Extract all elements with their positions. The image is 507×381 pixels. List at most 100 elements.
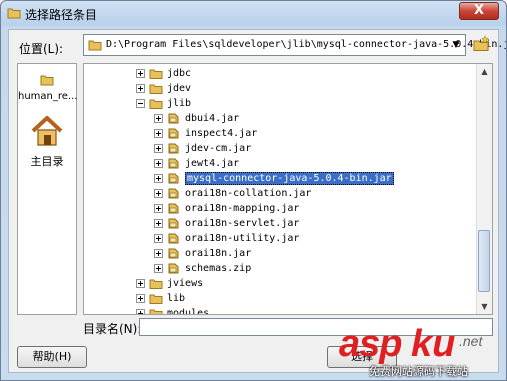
expand-icon[interactable] bbox=[136, 69, 145, 78]
jar-icon bbox=[168, 173, 179, 184]
tree-row[interactable]: lib bbox=[136, 291, 185, 306]
tree-rows: jdbc jdev jlib dbui4.jar inspect4.jar jdev-cm… bbox=[84, 64, 478, 314]
location-label: 位置(L): bbox=[19, 42, 64, 56]
new-folder-icon[interactable] bbox=[472, 35, 490, 53]
dialog-content: 位置(L): D:\Program Files\sqldeveloper\jli… bbox=[8, 29, 506, 373]
expand-icon[interactable] bbox=[154, 234, 163, 243]
home-icon bbox=[31, 116, 63, 146]
tree-row-label: orai18n-utility.jar bbox=[185, 233, 300, 244]
scroll-up-icon[interactable]: ▲ bbox=[477, 64, 492, 79]
title-bar[interactable]: 选择路径条目 X bbox=[1, 1, 506, 25]
tree-row[interactable]: jewt4.jar bbox=[154, 156, 239, 171]
tree-row-label: dbui4.jar bbox=[185, 113, 240, 124]
tree-row-label: jdev-cm.jar bbox=[185, 143, 252, 154]
folder-icon bbox=[149, 69, 163, 79]
tree-row[interactable]: schemas.zip bbox=[154, 261, 251, 276]
tree-row-label: jdbc bbox=[167, 68, 192, 79]
close-icon: X bbox=[473, 3, 485, 18]
tree-row[interactable]: jdbc bbox=[136, 66, 191, 81]
jar-icon bbox=[168, 158, 179, 169]
help-button[interactable]: 帮助(H) bbox=[17, 346, 87, 368]
close-button[interactable]: X bbox=[459, 2, 499, 20]
tree-row[interactable]: orai18n-mapping.jar bbox=[154, 201, 299, 216]
tree-row[interactable]: jdev bbox=[136, 81, 191, 96]
jar-icon bbox=[168, 128, 179, 139]
tree-row-label: lib bbox=[167, 293, 186, 304]
jar-icon bbox=[168, 263, 179, 274]
jar-icon bbox=[168, 203, 179, 214]
expand-icon[interactable] bbox=[154, 174, 163, 183]
folder-icon bbox=[149, 84, 163, 94]
folder-icon bbox=[7, 8, 21, 19]
folder-icon bbox=[149, 279, 163, 289]
expand-icon[interactable] bbox=[154, 264, 163, 273]
watermark-brand-k: ku bbox=[411, 323, 456, 365]
watermark-slogan: 免费网站源码下载站 bbox=[369, 365, 468, 378]
tree-row[interactable]: orai18n-servlet.jar bbox=[154, 216, 299, 231]
expand-icon[interactable] bbox=[154, 159, 163, 168]
tree-row[interactable]: dbui4.jar bbox=[154, 111, 239, 126]
tree-row-label: jewt4.jar bbox=[185, 158, 240, 169]
expand-icon[interactable] bbox=[154, 144, 163, 153]
vertical-scrollbar[interactable]: ▲ ▼ bbox=[476, 64, 492, 314]
jar-icon bbox=[168, 233, 179, 244]
window-title: 选择路径条目 bbox=[25, 8, 98, 22]
expand-icon[interactable] bbox=[154, 219, 163, 228]
places-panel: human_re... 主目录 bbox=[17, 63, 77, 315]
tree-row[interactable]: orai18n-utility.jar bbox=[154, 231, 299, 246]
dialog-window: 选择路径条目 X 位置(L): D:\Program Files\sqldeve… bbox=[0, 0, 507, 381]
jar-icon bbox=[168, 188, 179, 199]
file-tree[interactable]: jdbc jdev jlib dbui4.jar inspect4.jar jdev-cm… bbox=[83, 63, 493, 315]
scrollbar-thumb[interactable] bbox=[478, 230, 490, 292]
place-home[interactable]: 主目录 bbox=[18, 114, 76, 169]
tree-row-label: modules bbox=[167, 308, 210, 314]
expand-icon[interactable] bbox=[154, 114, 163, 123]
tree-row-label: orai18n-mapping.jar bbox=[185, 203, 300, 214]
tree-row-label: jdev bbox=[167, 83, 192, 94]
folder-icon bbox=[149, 99, 163, 109]
expand-icon[interactable] bbox=[136, 84, 145, 93]
tree-row-label: mysql-connector-java-5.0.4-bin.jar bbox=[185, 172, 394, 185]
tree-row-label: orai18n.jar bbox=[185, 248, 252, 259]
expand-icon[interactable] bbox=[154, 189, 163, 198]
directory-label: 目录名(N): bbox=[83, 322, 142, 336]
expand-icon[interactable] bbox=[154, 249, 163, 258]
tree-row[interactable]: modules bbox=[136, 306, 209, 314]
jar-icon bbox=[168, 143, 179, 154]
tree-row-label: schemas.zip bbox=[185, 263, 252, 274]
location-combobox[interactable]: D:\Program Files\sqldeveloper\jlib\mysql… bbox=[83, 34, 506, 56]
tree-row[interactable]: jlib bbox=[136, 96, 191, 111]
collapse-icon[interactable] bbox=[136, 99, 145, 108]
tree-row[interactable]: inspect4.jar bbox=[154, 126, 257, 141]
tree-row-label: inspect4.jar bbox=[185, 128, 258, 139]
watermark-brand: asp bbox=[339, 323, 402, 365]
jar-icon bbox=[168, 248, 179, 259]
tree-row-label: jviews bbox=[167, 278, 204, 289]
scroll-down-icon[interactable]: ▼ bbox=[477, 299, 492, 314]
folder-icon bbox=[40, 75, 54, 86]
tree-row-label: orai18n-servlet.jar bbox=[185, 218, 300, 229]
expand-icon[interactable] bbox=[136, 294, 145, 303]
tree-row[interactable]: jdev-cm.jar bbox=[154, 141, 251, 156]
tree-row[interactable]: orai18n-collation.jar bbox=[154, 186, 311, 201]
folder-icon bbox=[149, 294, 163, 304]
watermark-tld: .net bbox=[459, 333, 483, 349]
jar-icon bbox=[168, 113, 179, 124]
tree-row[interactable]: orai18n.jar bbox=[154, 246, 251, 261]
expand-icon[interactable] bbox=[154, 204, 163, 213]
expand-icon[interactable] bbox=[136, 279, 145, 288]
dropdown-arrow-icon[interactable]: ▼ bbox=[449, 37, 463, 53]
tree-row-label: jlib bbox=[167, 98, 192, 109]
tree-row-label: orai18n-collation.jar bbox=[185, 188, 312, 199]
tree-row[interactable]: jviews bbox=[136, 276, 203, 291]
expand-icon[interactable] bbox=[154, 129, 163, 138]
tree-row[interactable]: mysql-connector-java-5.0.4-bin.jar bbox=[154, 171, 394, 186]
place-label: human_re... bbox=[18, 91, 78, 102]
folder-icon bbox=[88, 40, 102, 51]
expand-icon[interactable] bbox=[136, 309, 145, 314]
watermark: asp ku .net 免费网站源码下载站 bbox=[339, 323, 506, 380]
place-human-resources[interactable]: human_re... bbox=[18, 74, 78, 102]
location-path: D:\Program Files\sqldeveloper\jlib\mysql… bbox=[106, 39, 507, 50]
place-label: 主目录 bbox=[30, 155, 64, 168]
folder-icon bbox=[149, 309, 163, 314]
